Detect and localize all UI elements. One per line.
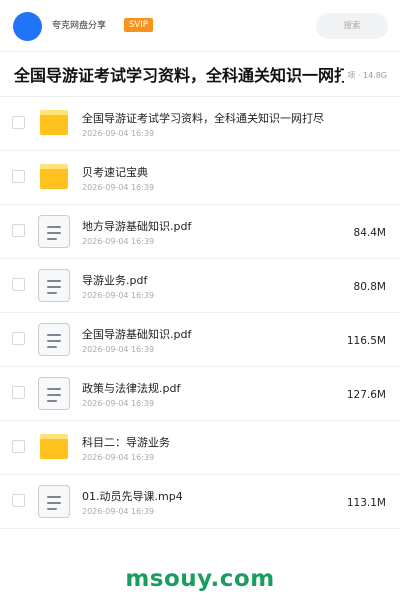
file-name: 地方导游基础知识.pdf — [82, 220, 192, 233]
list-item[interactable]: 政策与法律法规.pdf 2026-09-04 16:39 127.6M — [0, 367, 400, 421]
select-checkbox[interactable] — [12, 116, 25, 129]
page-title: 全国导游证考试学习资料，全科通关知识一网打尽 — [14, 66, 344, 85]
file-date: 2026-09-04 16:39 — [82, 183, 155, 192]
folder-icon — [38, 161, 70, 195]
file-date: 2026-09-04 16:39 — [82, 129, 155, 138]
list-item[interactable]: 科目二：导游业务 2026-09-04 16:39 — [0, 421, 400, 475]
select-checkbox[interactable] — [12, 170, 25, 183]
search-input[interactable] — [316, 13, 388, 39]
select-checkbox[interactable] — [12, 332, 25, 345]
list-item[interactable]: 全国导游证考试学习资料，全科通关知识一网打尽 2026-09-04 16:39 — [0, 97, 400, 151]
file-size: 113.1M — [346, 497, 386, 509]
file-size: 84.4M — [353, 227, 386, 239]
file-name: 科目二：导游业务 — [82, 436, 170, 449]
file-name: 导游业务.pdf — [82, 274, 148, 287]
select-checkbox[interactable] — [12, 386, 25, 399]
folder-icon — [38, 431, 70, 465]
file-size: 127.6M — [346, 389, 386, 401]
username: 夸克网盘分享 — [52, 21, 107, 31]
list-item[interactable]: 地方导游基础知识.pdf 2026-09-04 16:39 84.4M — [0, 205, 400, 259]
document-icon — [38, 215, 70, 249]
file-date: 2026-09-04 16:39 — [82, 291, 155, 300]
file-date: 2026-09-04 16:39 — [82, 399, 155, 408]
svip-badge: SVIP — [124, 18, 153, 32]
select-checkbox[interactable] — [12, 278, 25, 291]
file-name: 政策与法律法规.pdf — [82, 382, 181, 395]
file-name: 全国导游证考试学习资料，全科通关知识一网打尽 — [82, 112, 324, 125]
list-item[interactable]: 贝考速记宝典 2026-09-04 16:39 — [0, 151, 400, 205]
file-name: 全国导游基础知识.pdf — [82, 328, 192, 341]
file-name: 贝考速记宝典 — [82, 166, 148, 179]
share-meta: 项 · 14.8G — [345, 70, 387, 82]
list-item[interactable]: 导游业务.pdf 2026-09-04 16:39 80.8M — [0, 259, 400, 313]
app-header: 夸克网盘分享 SVIP — [0, 0, 400, 52]
select-checkbox[interactable] — [12, 440, 25, 453]
document-icon — [38, 485, 70, 519]
share-title-bar: 全国导游证考试学习资料，全科通关知识一网打尽 项 · 14.8G — [0, 53, 400, 97]
document-icon — [38, 323, 70, 357]
list-item[interactable]: 全国导游基础知识.pdf 2026-09-04 16:39 116.5M — [0, 313, 400, 367]
document-icon — [38, 377, 70, 411]
file-name: 01.动员先导课.mp4 — [82, 490, 183, 503]
file-size: 116.5M — [346, 335, 386, 347]
select-checkbox[interactable] — [12, 224, 25, 237]
document-icon — [38, 269, 70, 303]
file-date: 2026-09-04 16:39 — [82, 507, 155, 516]
list-item[interactable]: 01.动员先导课.mp4 2026-09-04 16:39 113.1M — [0, 475, 400, 529]
avatar[interactable] — [13, 12, 42, 41]
file-size: 80.8M — [353, 281, 386, 293]
folder-icon — [38, 107, 70, 141]
file-date: 2026-09-04 16:39 — [82, 453, 155, 462]
watermark: msouy.com — [125, 566, 275, 592]
file-list: 全国导游证考试学习资料，全科通关知识一网打尽 2026-09-04 16:39 贝考… — [0, 97, 400, 529]
file-date: 2026-09-04 16:39 — [82, 345, 155, 354]
select-checkbox[interactable] — [12, 494, 25, 507]
file-date: 2026-09-04 16:39 — [82, 237, 155, 246]
